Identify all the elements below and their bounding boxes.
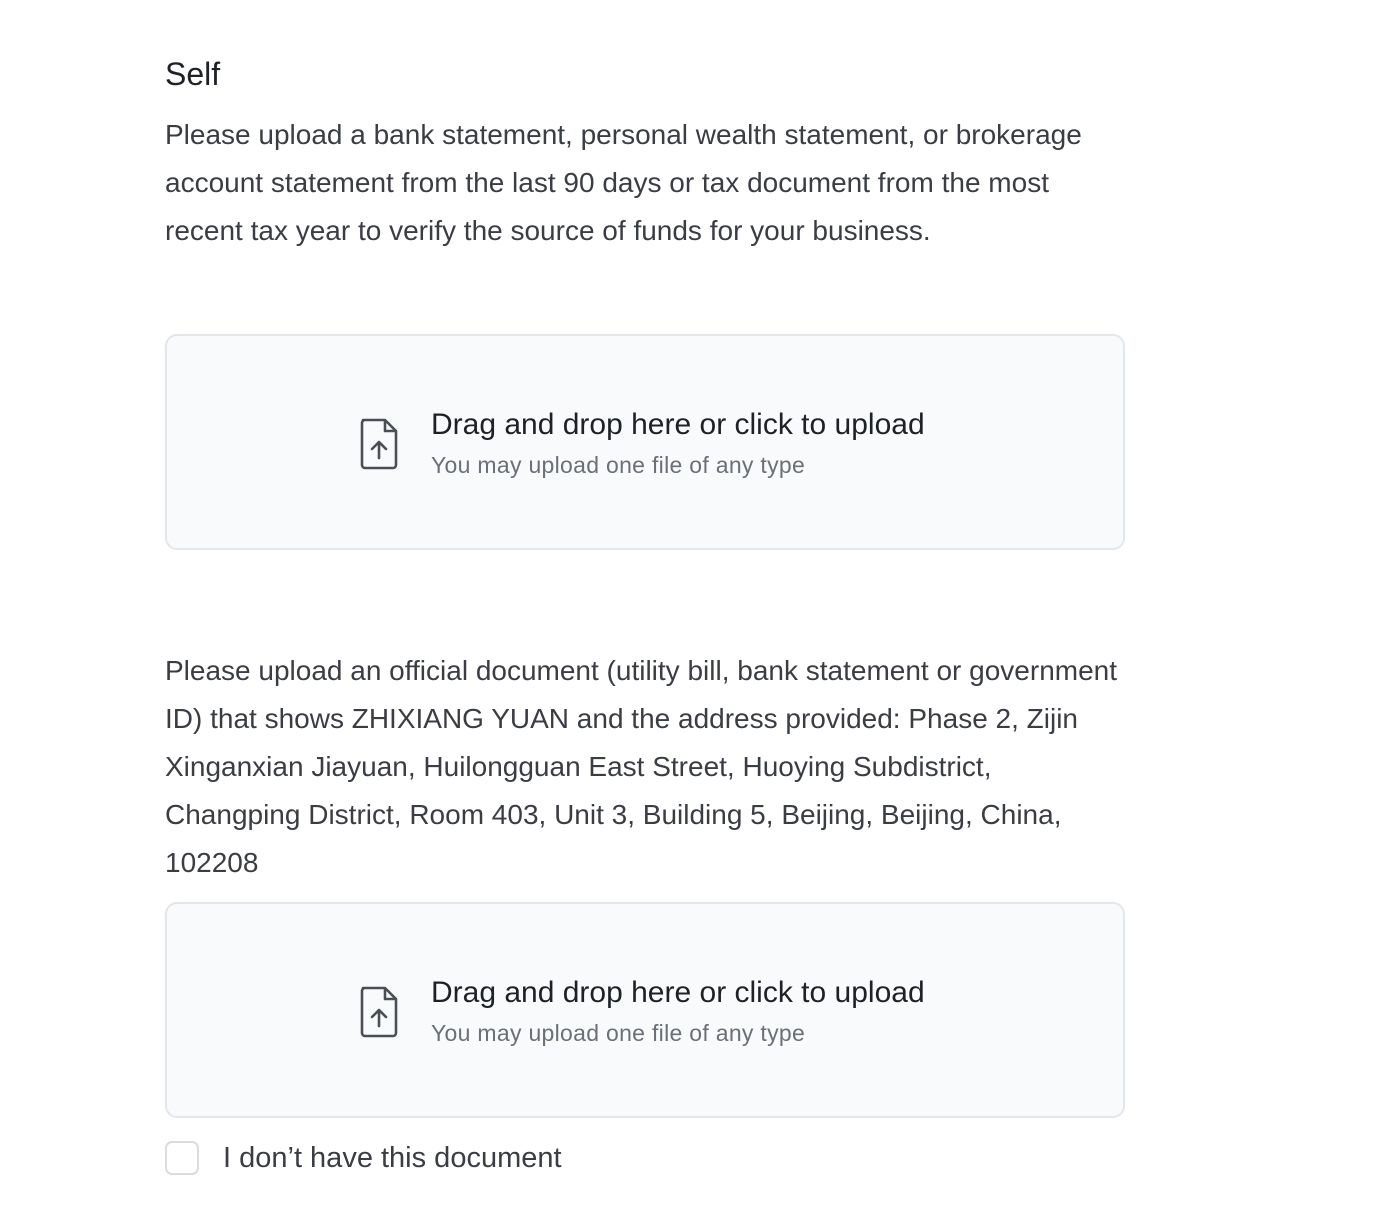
- dropzone-title: Drag and drop here or click to upload: [431, 408, 925, 441]
- dropzone-content: Drag and drop here or click to upload Yo…: [359, 974, 925, 1048]
- dropzone-title: Drag and drop here or click to upload: [431, 976, 925, 1009]
- file-upload-icon: [360, 418, 398, 470]
- source-of-funds-dropzone[interactable]: Drag and drop here or click to upload Yo…: [165, 334, 1125, 550]
- file-upload-icon: [360, 986, 398, 1038]
- no-document-checkbox-row[interactable]: I don’t have this document: [165, 1139, 562, 1177]
- no-document-checkbox[interactable]: [165, 1141, 199, 1175]
- section-title: Self: [165, 56, 221, 92]
- dropzone-text: Drag and drop here or click to upload Yo…: [431, 974, 925, 1048]
- no-document-checkbox-label[interactable]: I don’t have this document: [223, 1139, 562, 1177]
- proof-of-address-description: Please upload an official document (util…: [165, 655, 1118, 878]
- dropzone-content: Drag and drop here or click to upload Yo…: [359, 406, 925, 480]
- dropzone-text: Drag and drop here or click to upload Yo…: [431, 406, 925, 480]
- dropzone-subtitle: You may upload one file of any type: [431, 1020, 806, 1046]
- proof-of-address-dropzone[interactable]: Drag and drop here or click to upload Yo…: [165, 902, 1125, 1118]
- source-of-funds-description: Please upload a bank statement, personal…: [165, 119, 1082, 246]
- dropzone-subtitle: You may upload one file of any type: [431, 452, 806, 478]
